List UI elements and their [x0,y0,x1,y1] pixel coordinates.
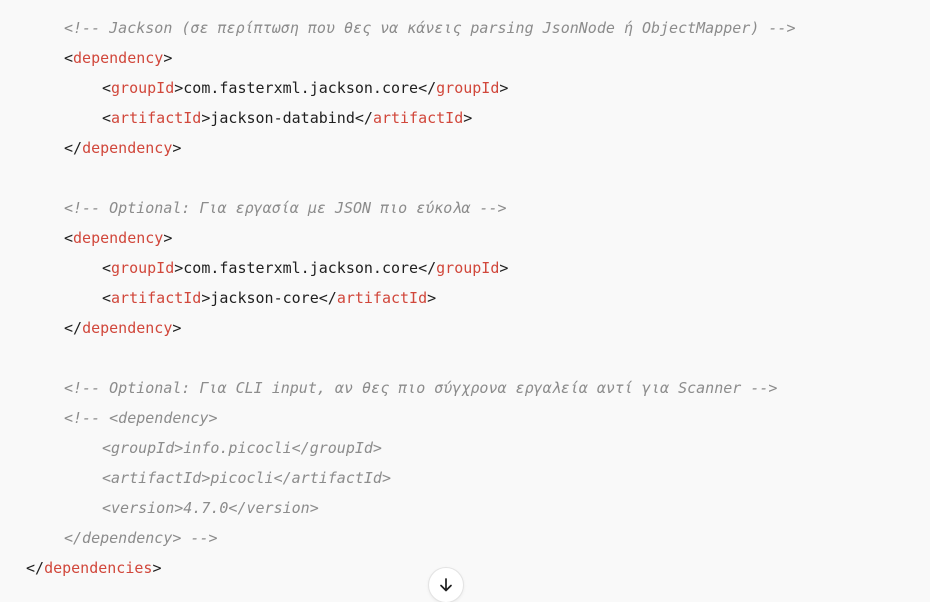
code-value: jackson-databind [210,109,355,127]
code-comment-dependency-close: </dependency> --> [64,529,218,547]
code-punct: > [172,139,182,157]
code-punct: > [174,79,184,97]
code-tag: artifactId [372,109,464,127]
code-comment-optional-json: <!-- Optional: Για εργασία με JSON πιο ε… [64,199,507,217]
page-scroll-track[interactable] [930,0,946,602]
code-value: jackson-core [210,289,319,307]
code-punct: < [64,49,74,67]
code-tag: groupId [111,259,175,277]
code-comment-dependency-open: <!-- <dependency> [64,409,218,427]
code-line-groupid: <groupId>com.fasterxml.jackson.core</gro… [102,78,508,98]
code-tag: dependency [82,139,173,157]
code-line-artifactid: <artifactId>jackson-core</artifactId> [102,288,436,308]
code-comment-version: <version>4.7.0</version> [102,499,319,517]
code-tag: dependency [73,49,164,67]
code-punct: </ [354,109,373,127]
code-tag: artifactId [336,289,428,307]
code-line-dependency-close: </dependency> [64,318,181,338]
code-comment-artifactid: <artifactId>picocli</artifactId> [102,469,391,487]
code-value: com.fasterxml.jackson.core [183,79,419,97]
code-block: <!-- Jackson (σε περίπτωση που θες να κά… [0,0,930,602]
code-tag: artifactId [111,109,202,127]
code-punct: > [174,259,184,277]
code-tag: groupId [436,79,500,97]
code-punct: </ [418,259,437,277]
code-punct: > [463,109,473,127]
code-punct: < [102,109,112,127]
code-comment-jackson: <!-- Jackson (σε περίπτωση που θες να κά… [64,19,796,37]
arrow-down-icon [440,578,452,592]
code-punct: </ [418,79,437,97]
code-punct: > [172,319,182,337]
code-line-dependency-close: </dependency> [64,138,181,158]
code-punct: < [102,259,112,277]
code-punct: </ [64,319,83,337]
code-tag: dependency [82,319,173,337]
code-tag: artifactId [111,289,202,307]
code-tag: groupId [111,79,175,97]
code-comment-groupid: <groupId>info.picocli</groupId> [102,439,382,457]
code-line-dependencies-close: </dependencies> [26,558,161,578]
code-line-groupid: <groupId>com.fasterxml.jackson.core</gro… [102,258,508,278]
code-line-dependency-open: <dependency> [64,48,172,68]
scroll-to-bottom-button[interactable] [428,567,464,602]
code-punct: </ [26,559,45,577]
code-punct: </ [64,139,83,157]
code-value: com.fasterxml.jackson.core [183,259,419,277]
code-punct: > [499,79,509,97]
code-punct: < [64,229,74,247]
code-punct: > [163,49,173,67]
code-punct: < [102,289,112,307]
code-tag: dependencies [44,559,153,577]
code-punct: > [163,229,173,247]
code-punct: > [499,259,509,277]
code-line-artifactid: <artifactId>jackson-databind</artifactId… [102,108,472,128]
code-comment-optional-cli: <!-- Optional: Για CLI input, αν θες πιο… [64,379,778,397]
code-tag: dependency [73,229,164,247]
code-punct: > [427,289,437,307]
code-punct: </ [318,289,337,307]
code-punct: > [152,559,162,577]
code-tag: groupId [436,259,500,277]
code-punct: < [102,79,112,97]
code-line-dependency-open: <dependency> [64,228,172,248]
